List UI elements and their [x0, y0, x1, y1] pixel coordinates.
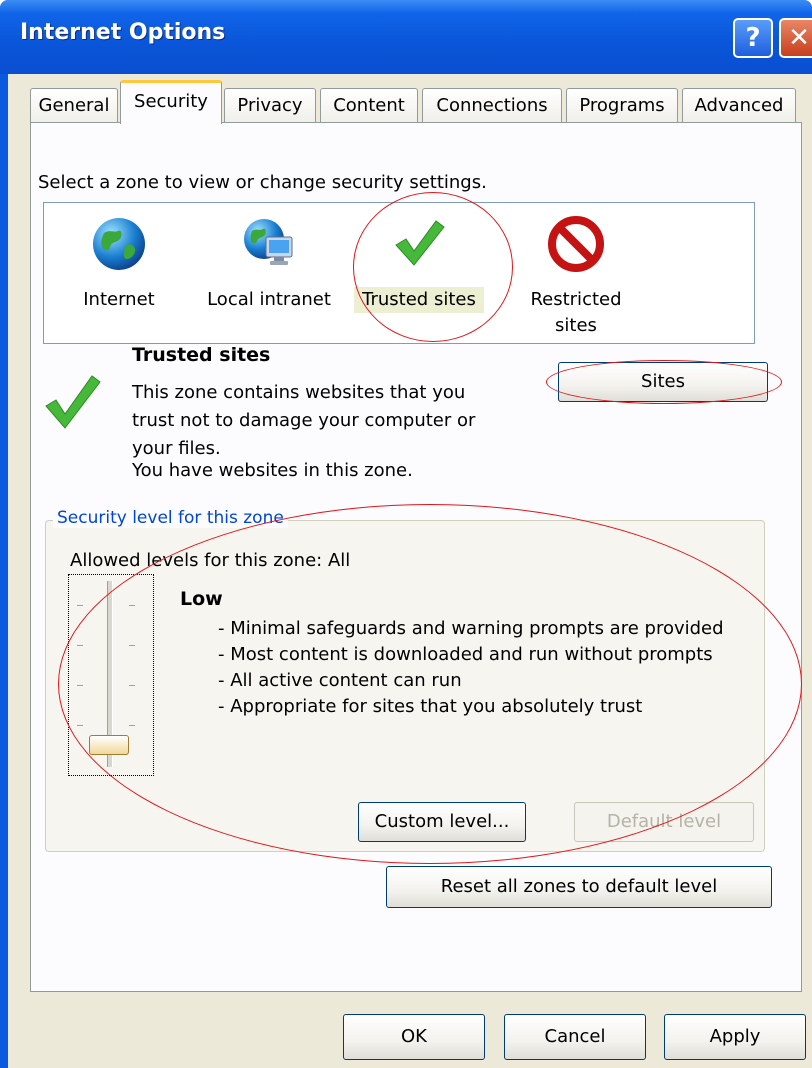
level-name: Low: [180, 588, 223, 610]
window-title: Internet Options: [20, 20, 226, 45]
zone-note: You have websites in this zone.: [132, 460, 413, 481]
slider-thumb[interactable]: [89, 735, 129, 755]
apply-button[interactable]: Apply: [664, 1014, 806, 1060]
sites-button[interactable]: Sites: [558, 362, 768, 402]
zone-title: Trusted sites: [132, 344, 271, 366]
checkmark-icon: [395, 220, 445, 266]
level-bullet: - Most content is downloaded and run wit…: [218, 644, 713, 665]
globe-icon: [93, 218, 145, 270]
tab-content[interactable]: Content: [320, 88, 418, 122]
level-bullet: - All active content can run: [218, 670, 462, 691]
slider-tick: [129, 645, 135, 646]
sites-button-label: Sites: [641, 371, 685, 392]
zone-local-intranet[interactable]: Local intranet: [194, 207, 344, 337]
tab-programs[interactable]: Programs: [566, 88, 678, 122]
tab-connections[interactable]: Connections: [422, 88, 562, 122]
allowed-levels-text: Allowed levels for this zone: All: [70, 550, 351, 571]
reset-all-zones-button[interactable]: Reset all zones to default level: [386, 866, 772, 908]
help-button[interactable]: ?: [733, 18, 773, 58]
default-level-button: Default level: [574, 802, 754, 842]
zone-description: This zone contains websites that you tru…: [132, 382, 476, 459]
select-zone-label: Select a zone to view or change security…: [38, 172, 487, 193]
trusted-checkmark-icon: [45, 375, 101, 429]
slider-tick: [77, 725, 83, 726]
slider-tick: [77, 645, 83, 646]
slider-tick: [77, 685, 83, 686]
tab-advanced[interactable]: Advanced: [682, 88, 796, 122]
slider-tick: [129, 725, 135, 726]
zone-list: Internet Local intranet Trusted sites Re…: [43, 202, 755, 344]
zone-label: Trusted sites: [354, 287, 484, 313]
tab-privacy[interactable]: Privacy: [224, 88, 316, 122]
zone-label: Restricted sites: [530, 289, 622, 336]
cancel-button[interactable]: Cancel: [504, 1014, 646, 1060]
zone-restricted-sites[interactable]: Restricted sites: [506, 207, 646, 337]
slider-tick: [77, 605, 83, 606]
tab-security[interactable]: Security: [120, 80, 222, 124]
security-level-label: Security level for this zone: [53, 508, 288, 528]
custom-level-button[interactable]: Custom level...: [358, 802, 526, 842]
title-bar[interactable]: Internet Options ? ✕: [0, 0, 812, 74]
tab-general[interactable]: General: [30, 88, 118, 122]
internet-options-window: Internet Options ? ✕ General Security Pr…: [0, 0, 812, 1068]
level-bullet: - Appropriate for sites that you absolut…: [218, 696, 643, 717]
ok-button[interactable]: OK: [343, 1014, 485, 1060]
zone-trusted-sites[interactable]: Trusted sites: [354, 207, 484, 337]
security-level-slider[interactable]: [68, 574, 154, 776]
zone-label: Local intranet: [207, 289, 331, 310]
zone-label: Internet: [83, 289, 155, 310]
level-description-list: - Minimal safeguards and warning prompts…: [218, 616, 724, 720]
close-button[interactable]: ✕: [779, 18, 812, 58]
intranet-globe-icon: [244, 219, 293, 265]
zone-internet[interactable]: Internet: [64, 207, 174, 337]
level-bullet: - Minimal safeguards and warning prompts…: [218, 618, 724, 639]
dialog-body: General Security Privacy Content Connect…: [8, 74, 812, 1068]
slider-tick: [129, 605, 135, 606]
no-entry-icon: [548, 216, 604, 272]
slider-tick: [129, 685, 135, 686]
